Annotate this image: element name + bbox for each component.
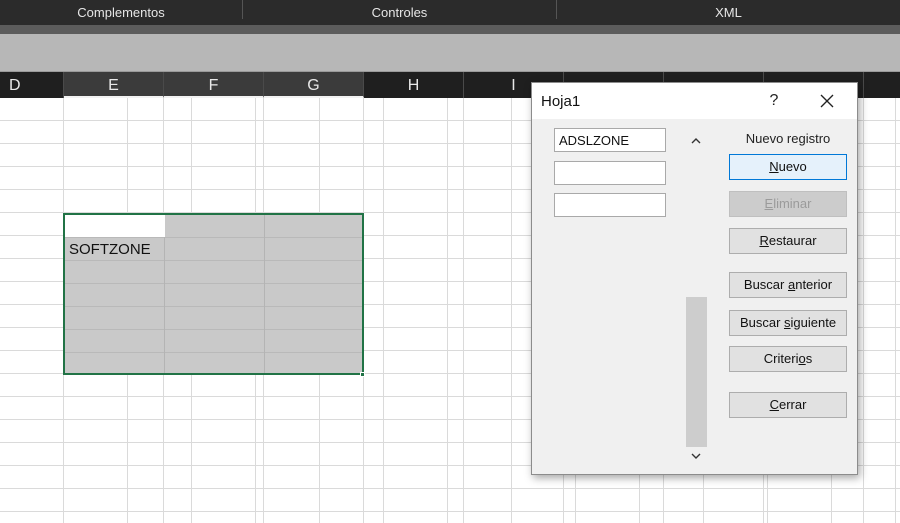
close-icon [820,94,834,108]
dialog-titlebar[interactable]: Hoja1 ? [532,83,857,119]
new-button[interactable]: Nuevo [729,154,847,180]
column-header[interactable] [864,72,900,98]
cell-value-softzone[interactable]: SOFTZONE [69,241,151,258]
field-input-1[interactable] [554,128,666,152]
find-previous-button[interactable]: Buscar anterior [729,272,847,298]
close-form-button[interactable]: Cerrar [729,392,847,418]
selection-gridlines [65,215,362,373]
chevron-up-icon [691,138,701,144]
ribbon-group-complementos: Complementos [77,5,165,20]
record-scrollbar[interactable] [684,131,708,467]
ribbon-bottom-strip [0,25,900,34]
gridline [463,98,464,523]
column-header-d[interactable]: D [0,72,64,98]
dialog-title: Hoja1 [541,93,581,110]
criteria-button[interactable]: Criterios [729,346,847,372]
selected-range[interactable]: SOFTZONE [63,213,364,375]
ribbon-group-labels: Complementos Controles XML [0,0,900,25]
column-header-f[interactable]: F [164,72,264,98]
ribbon-group-controles: Controles [371,5,428,20]
restore-button[interactable]: Restaurar [729,228,847,254]
close-button[interactable] [814,88,840,114]
scroll-up-button[interactable] [684,131,708,151]
gridline [863,98,864,523]
column-header-h[interactable]: H [364,72,464,98]
field-input-2[interactable] [554,161,666,185]
scrollbar-thumb[interactable] [686,297,707,447]
chevron-down-icon [691,453,701,459]
help-button[interactable]: ? [764,89,784,113]
selection-gridline [264,215,265,373]
field-input-3[interactable] [554,193,666,217]
selection-gridline [164,215,165,373]
fill-handle[interactable] [360,372,365,377]
record-status-label: Nuevo registro [745,131,831,146]
delete-button[interactable]: Eliminar [729,191,847,217]
ribbon-group-xml: XML [715,5,742,20]
find-next-button[interactable]: Buscar siguiente [729,310,847,336]
active-cell[interactable] [65,215,165,237]
data-form-dialog: Hoja1 ? Nuevo registro Nuevo Eliminar Re… [531,82,858,475]
column-header-e[interactable]: E [64,72,164,98]
scroll-down-button[interactable] [684,447,708,467]
formula-bar-area [0,34,900,72]
column-header-g[interactable]: G [264,72,364,98]
